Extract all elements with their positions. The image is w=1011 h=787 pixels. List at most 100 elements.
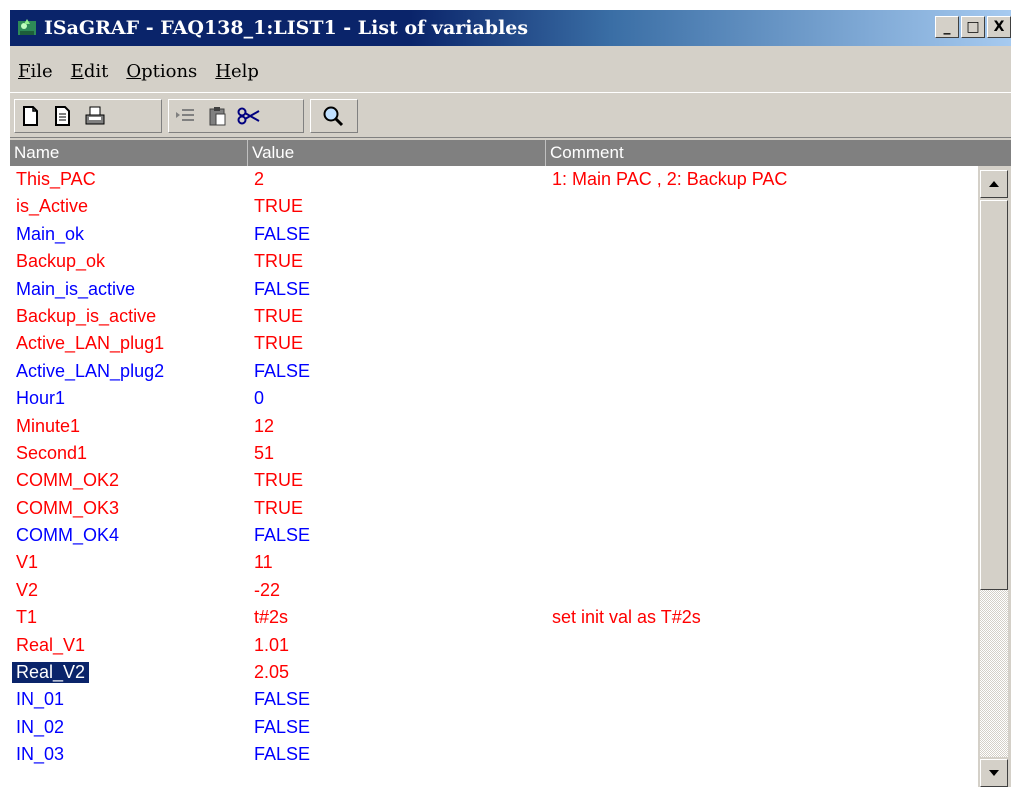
close-button[interactable]: X [987,16,1011,38]
variable-value-cell: 0 [254,388,265,409]
variable-row[interactable]: Active_LAN_plug2 FALSE [10,358,978,385]
column-header-comment[interactable]: Comment [546,140,1011,166]
variable-value-cell: FALSE [254,716,311,737]
variable-name-cell: Main_ok [16,223,85,244]
variable-row[interactable]: COMM_OK4 FALSE [10,522,978,549]
variable-name-cell: Real_V1 [16,634,86,655]
variable-row[interactable]: IN_01 FALSE [10,686,978,713]
variable-row[interactable]: COMM_OK3 TRUE [10,495,978,522]
variable-value-cell: FALSE [254,525,311,546]
scroll-up-button[interactable] [980,170,1008,198]
print-icon[interactable] [79,101,111,131]
variable-value-cell: 11 [254,552,273,573]
variable-row[interactable]: Main_ok FALSE [10,221,978,248]
variable-row[interactable]: Hour1 0 [10,385,978,412]
variable-name-cell: Active_LAN_plug2 [16,360,165,381]
menu-edit-rest: dit [83,60,109,82]
variable-name-cell: T1 [16,607,38,628]
scroll-track[interactable] [980,200,1008,757]
variable-row[interactable]: V1 11 [10,549,978,576]
window-title: ISaGRAF - FAQ138_1:LIST1 - List of varia… [44,17,529,39]
variable-row[interactable]: IN_03 FALSE [10,741,978,768]
maximize-button[interactable]: □ [961,16,985,38]
variable-value-cell: TRUE [254,470,303,491]
variable-name-cell: Minute1 [16,415,81,436]
toolbar-group-file [14,99,162,133]
variable-row[interactable]: COMM_OK2 TRUE [10,467,978,494]
variable-value-cell: TRUE [254,251,303,272]
toolbar [10,92,1011,138]
variable-row[interactable]: Real_V2 2.05 [10,659,978,686]
menu-edit[interactable]: Edit [63,61,119,82]
variable-row[interactable]: Second1 51 [10,440,978,467]
variable-row[interactable]: This_PAC 2 1: Main PAC , 2: Backup PAC [10,166,978,193]
minimize-button[interactable]: _ [935,16,959,38]
variable-value-cell: FALSE [254,360,311,381]
variable-row[interactable]: is_Active TRUE [10,193,978,220]
menu-help[interactable]: Help [207,61,269,82]
variable-name-cell: This_PAC [16,169,96,189]
column-header-value[interactable]: Value [248,140,546,166]
variable-value-cell: 51 [254,442,275,463]
variable-row[interactable]: IN_02 FALSE [10,714,978,741]
variable-name-cell: IN_03 [16,744,65,765]
new-document-icon[interactable] [15,101,47,131]
variable-row[interactable]: Minute1 12 [10,413,978,440]
app-window: ISaGRAF - FAQ138_1:LIST1 - List of varia… [8,8,1011,787]
variable-row[interactable]: Real_V1 1.01 [10,632,978,659]
variables-list[interactable]: This_PAC 2 1: Main PAC , 2: Backup PAC is_A… [10,166,978,787]
variable-name-cell: Second1 [16,442,88,463]
variable-name-cell: IN_01 [16,689,65,710]
toolbar-group-edit [168,99,304,133]
variable-row[interactable]: Backup_is_active TRUE [10,303,978,330]
variable-row[interactable]: T1 t#2s set init val as T#2s [10,604,978,631]
variable-name-cell: Real_V2 [10,661,91,685]
menu-options[interactable]: Options [118,61,207,82]
variable-name-cell: COMM_OK4 [16,525,120,546]
variable-value-cell: FALSE [254,744,311,765]
variable-row[interactable]: Backup_ok TRUE [10,248,978,275]
insert-line-icon[interactable] [169,101,201,131]
menu-file-rest: ile [30,60,53,82]
variable-name-cell: V2 [16,579,39,600]
variable-name-cell: Backup_ok [16,251,106,272]
variable-name-cell: IN_02 [16,716,65,737]
vertical-scrollbar[interactable] [978,166,1011,787]
variable-name-cell: COMM_OK3 [16,497,120,518]
search-icon[interactable] [311,101,355,131]
variable-value-cell: 2 [254,169,265,189]
title-bar[interactable]: ISaGRAF - FAQ138_1:LIST1 - List of varia… [10,10,1011,46]
variable-comment-cell: set init val as T#2s [552,607,701,628]
variable-value-cell: 12 [254,415,275,436]
menu-options-rest: ptions [141,60,198,82]
arrow-down-icon [989,770,999,776]
toolbar-group-search [310,99,358,133]
grid-header: Name Value Comment [10,140,1011,166]
isagraf-app-icon[interactable] [16,17,38,39]
variable-name-cell: COMM_OK2 [16,470,120,491]
variable-row[interactable]: Active_LAN_plug1 TRUE [10,330,978,357]
variable-value-cell: 2.05 [254,662,290,683]
scroll-thumb[interactable] [980,200,1008,590]
scroll-down-button[interactable] [980,759,1008,787]
variable-value-cell: TRUE [254,497,303,518]
column-header-name[interactable]: Name [10,140,248,166]
variable-value-cell: TRUE [254,196,303,217]
menu-help-rest: elp [230,60,259,82]
variable-row[interactable]: Main_is_active FALSE [10,276,978,303]
variable-name-cell: V1 [16,552,39,573]
variable-name-cell: Active_LAN_plug1 [16,333,165,354]
paste-icon[interactable] [201,101,233,131]
variable-value-cell: 1.01 [254,634,290,655]
variable-value-cell: FALSE [254,278,311,299]
arrow-up-icon [989,181,999,187]
variable-name-cell: Backup_is_active [16,305,157,326]
variable-value-cell: TRUE [254,333,303,354]
variable-value-cell: t#2s [254,607,289,628]
variable-value-cell: FALSE [254,689,311,710]
open-document-icon[interactable] [47,101,79,131]
variable-row[interactable]: V2 -22 [10,577,978,604]
menu-bar: File Edit Options Help [10,54,269,88]
menu-file[interactable]: File [10,61,63,82]
cut-icon[interactable] [233,101,265,131]
